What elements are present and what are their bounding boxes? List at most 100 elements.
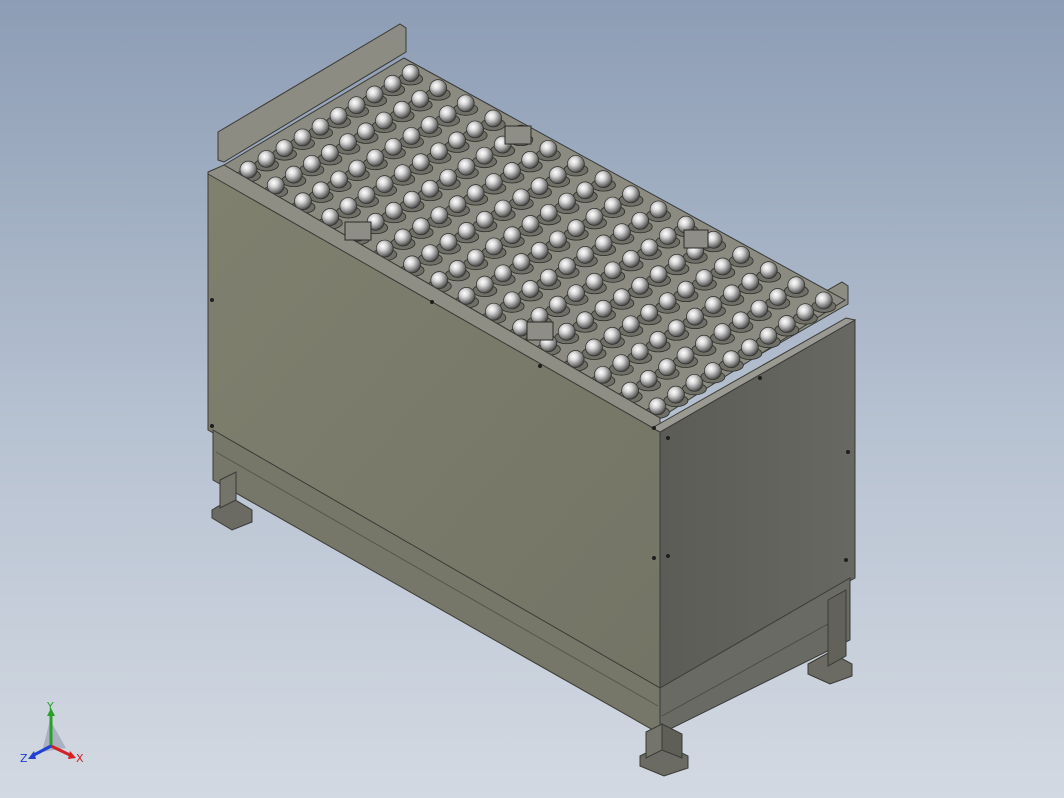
screw [846,450,850,454]
transfer-ball [366,148,385,167]
screw [758,376,762,380]
transfer-ball [357,122,375,141]
transfer-ball [339,133,357,152]
transfer-ball [594,170,613,188]
orientation-triad[interactable]: Y X Z [18,700,90,772]
transfer-ball [750,299,769,318]
transfer-ball [576,311,594,330]
screw [210,298,214,302]
transfer-ball [668,253,686,272]
transfer-ball [603,196,622,215]
transfer-ball [521,280,540,298]
screw [652,556,656,560]
transfer-ball [612,288,631,307]
transfer-ball [713,257,732,276]
transfer-ball [321,144,339,162]
transfer-ball [485,237,503,256]
transfer-ball [411,153,430,172]
transfer-ball [484,109,503,128]
transfer-ball [439,233,458,251]
transfer-ball [457,222,476,240]
transfer-ball [521,151,540,169]
transfer-ball [685,373,704,392]
transfer-ball [686,307,704,326]
transfer-ball [548,295,567,314]
transfer-ball [567,284,585,303]
ball-transfer-table-model[interactable] [0,0,1064,798]
transfer-ball [429,79,448,97]
transfer-ball [466,120,485,139]
transfer-ball [594,234,613,253]
transfer-ball [658,227,677,245]
transfer-ball [576,246,595,264]
transfer-ball [403,190,421,209]
transfer-ball [448,131,466,150]
transfer-ball [704,296,723,314]
transfer-ball [456,94,475,113]
transfer-ball [667,385,685,404]
transfer-ball [411,90,429,108]
transfer-ball [777,315,796,333]
transfer-ball [512,253,531,271]
transfer-ball [732,311,750,330]
transfer-ball [612,354,631,373]
z-axis-arrow [28,751,36,759]
transfer-ball [421,244,440,263]
transfer-ball [512,188,531,207]
transfer-ball [787,276,806,295]
transfer-ball [329,107,348,125]
transfer-ball [713,323,732,341]
transfer-ball [640,303,659,322]
y-axis-label: Y [46,700,54,713]
transfer-ball [448,260,467,278]
transfer-ball [539,139,558,158]
transfer-ball [393,100,411,119]
transfer-ball [438,105,457,124]
transfer-ball [521,215,540,233]
transfer-ball [566,350,585,368]
transfer-ball [475,146,494,165]
transfer-ball [448,195,467,214]
transfer-ball [759,326,778,345]
screw [666,554,670,558]
transfer-ball [393,164,412,183]
transfer-ball [430,142,448,161]
transfer-ball [383,74,402,93]
transfer-ball [621,381,640,400]
cad-viewport[interactable]: Y X Z [0,0,1064,798]
transfer-ball [347,96,366,115]
transfer-ball [796,303,815,322]
transfer-ball [768,288,787,306]
screw [652,426,656,430]
transfer-ball [466,184,485,202]
transfer-ball [539,203,558,222]
transfer-ball [631,211,650,230]
transfer-ball [394,228,412,247]
transfer-ball [677,280,695,299]
transfer-ball [302,154,321,173]
transfer-ball [613,223,631,242]
transfer-ball [539,268,558,287]
transfer-ball [622,185,640,204]
transfer-ball [365,85,384,104]
transfer-ball [741,338,759,357]
transfer-ball [484,173,503,191]
transfer-ball [375,111,393,130]
transfer-ball [549,230,567,249]
transfer-ball [603,327,622,345]
transfer-ball [457,157,476,176]
transfer-ball [275,139,294,158]
transfer-ball [530,241,549,260]
transfer-ball [476,210,494,229]
transfer-ball [494,264,512,283]
transfer-ball [723,284,741,303]
foot-front [639,723,689,777]
transfer-ball [530,177,549,196]
transfer-ball [741,272,760,291]
transfer-ball [402,127,421,145]
transfer-ball [676,346,695,365]
transfer-ball [475,275,494,294]
transfer-ball [649,331,668,349]
transfer-ball [585,272,604,291]
transfer-ball [722,350,741,369]
